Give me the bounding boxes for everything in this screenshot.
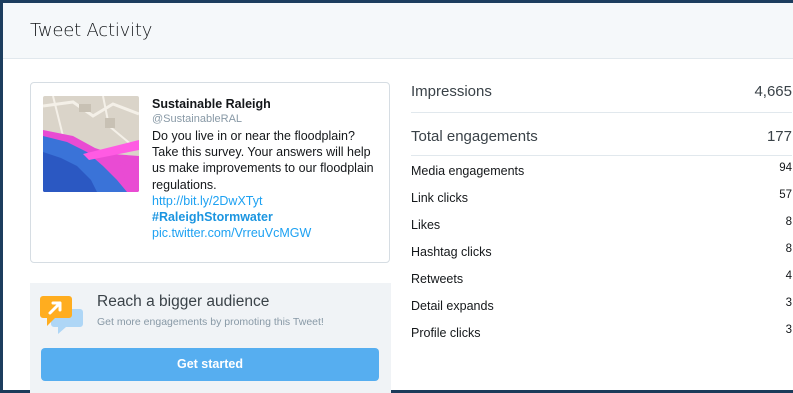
- stat-label: Likes: [411, 218, 441, 232]
- total-engagements-stat: Total engagements 177: [411, 120, 792, 156]
- stat-label: Profile clicks: [411, 326, 481, 340]
- get-started-button[interactable]: Get started: [41, 348, 379, 381]
- author-name[interactable]: Sustainable Raleigh: [152, 97, 382, 112]
- stat-row-media-engagements: Media engagements 94: [411, 160, 792, 187]
- stat-row-link-clicks: Link clicks 57: [411, 187, 792, 214]
- page-title: Tweet Activity: [30, 20, 153, 41]
- total-engagements-value: 177: [766, 128, 792, 145]
- author-handle[interactable]: @SustainableRAL: [152, 112, 382, 126]
- tweet-body: Sustainable Raleigh @SustainableRAL Do y…: [152, 97, 382, 241]
- stat-label: Retweets: [411, 272, 464, 286]
- impressions-stat: Impressions 4,665: [411, 75, 792, 113]
- megaphone-chat-icon: [40, 293, 84, 335]
- stat-label: Media engagements: [411, 164, 525, 178]
- total-engagements-label: Total engagements: [411, 128, 538, 145]
- stat-row-profile-clicks: Profile clicks 3: [411, 322, 792, 349]
- stat-row-retweets: Retweets 4: [411, 268, 792, 295]
- stat-value: 4: [785, 270, 792, 282]
- stat-label: Detail expands: [411, 299, 494, 313]
- floodplain-map-image: [43, 96, 139, 192]
- promo-subtitle: Get more engagements by promoting this T…: [97, 316, 324, 328]
- impressions-value: 4,665: [754, 83, 792, 100]
- hashtag-link[interactable]: #RaleighStormwater: [152, 209, 382, 225]
- stat-value: 8: [785, 216, 792, 228]
- tweet-stats: Impressions 4,665 Total engagements 177 …: [411, 75, 792, 349]
- stat-row-detail-expands: Detail expands 3: [411, 295, 792, 322]
- stat-value: 94: [779, 162, 792, 174]
- stat-row-likes: Likes 8: [411, 214, 792, 241]
- stat-value: 8: [785, 243, 792, 255]
- stat-row-hashtag-clicks: Hashtag clicks 8: [411, 241, 792, 268]
- tweet-url-link[interactable]: http://bit.ly/2DwXTyt: [152, 193, 382, 209]
- stat-value: 3: [785, 324, 792, 336]
- media-link[interactable]: pic.twitter.com/VrreuVcMGW: [152, 225, 382, 241]
- engagement-breakdown: Media engagements 94 Link clicks 57 Like…: [411, 160, 792, 349]
- tweet-thumbnail[interactable]: [43, 96, 139, 192]
- tweet-text: Do you live in or near the floodplain? T…: [152, 129, 374, 192]
- impressions-label: Impressions: [411, 83, 492, 100]
- tweet-activity-panel: Tweet Activity Sustainable Raleigh @Sust…: [0, 0, 793, 393]
- stat-value: 57: [779, 189, 792, 201]
- promote-tweet-box: Reach a bigger audience Get more engagem…: [30, 283, 391, 393]
- panel-header: Tweet Activity: [3, 3, 793, 59]
- stat-label: Hashtag clicks: [411, 245, 492, 259]
- stat-value: 3: [785, 297, 792, 309]
- stat-label: Link clicks: [411, 191, 468, 205]
- promo-title: Reach a bigger audience: [97, 293, 270, 310]
- tweet-card[interactable]: Sustainable Raleigh @SustainableRAL Do y…: [30, 82, 390, 263]
